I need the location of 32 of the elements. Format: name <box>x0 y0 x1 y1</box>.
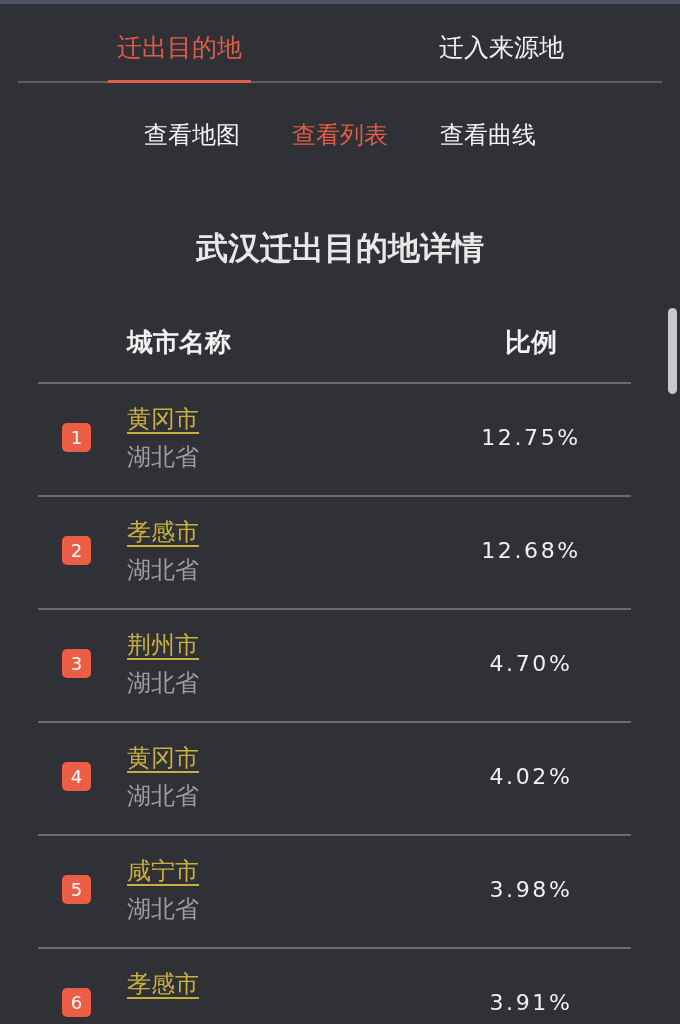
page-title: 武汉迁出目的地详情 <box>196 228 484 269</box>
province-text: 湖北省 <box>127 893 199 925</box>
ratio-text: 12.75% <box>481 424 581 452</box>
province-text: 湖北省 <box>127 780 199 812</box>
province-text: 湖北省 <box>127 667 199 699</box>
ratio-text: 4.02% <box>489 763 573 791</box>
city-link[interactable]: 孝感市 <box>127 512 199 551</box>
view-tab[interactable]: 查看曲线 <box>440 117 536 153</box>
scrollbar-thumb[interactable] <box>668 308 677 394</box>
ratio-text: 3.91% <box>489 989 573 1017</box>
city-link[interactable]: 咸宁市 <box>127 851 199 890</box>
column-header: 城市名称 <box>127 326 231 357</box>
column-header: 比例 <box>505 325 557 359</box>
rank-badge: 5 <box>62 875 91 904</box>
rank-badge: 4 <box>62 762 91 791</box>
province-text: 湖北省 <box>127 441 199 473</box>
tab[interactable]: 迁出目的地 <box>107 4 251 83</box>
city-link[interactable]: 黄冈市 <box>127 399 199 438</box>
rank-badge: 2 <box>62 536 91 565</box>
city-link[interactable]: 荆州市 <box>127 625 199 664</box>
ratio-text: 3.98% <box>489 876 573 904</box>
rank-badge: 3 <box>62 649 91 678</box>
rank-badge: 1 <box>62 423 91 452</box>
province-text: 湖北省 <box>127 554 199 586</box>
view-tab[interactable]: 查看列表 <box>292 117 388 153</box>
view-tab[interactable]: 查看地图 <box>144 117 240 153</box>
city-link[interactable]: 孝感市 <box>127 964 199 1003</box>
rank-badge: 6 <box>62 988 91 1017</box>
city-link[interactable]: 黄冈市 <box>127 738 199 777</box>
ratio-text: 12.68% <box>481 537 581 565</box>
tab[interactable]: 迁入来源地 <box>429 4 573 83</box>
ratio-text: 4.70% <box>489 650 573 678</box>
